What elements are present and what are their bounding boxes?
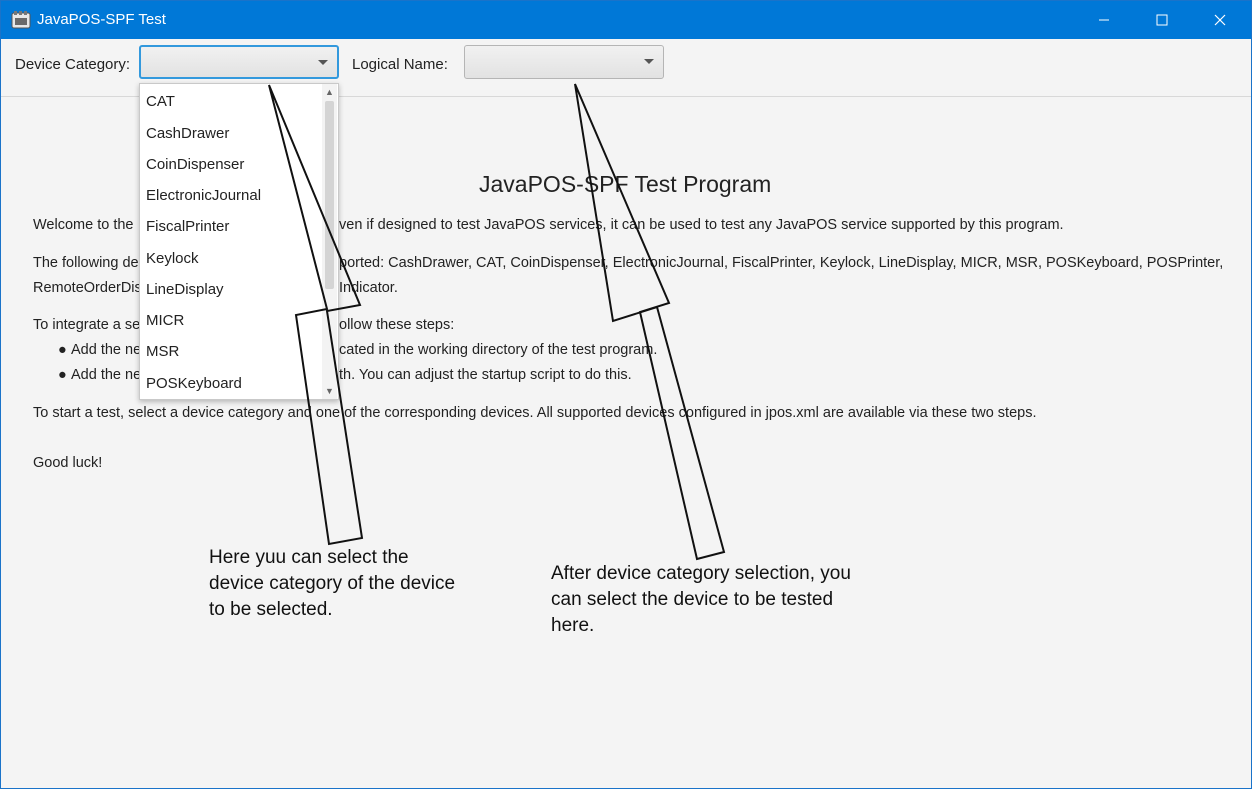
scroll-down-icon[interactable]: ▼ bbox=[325, 386, 334, 396]
left-note-line-3: to be selected. bbox=[209, 599, 333, 620]
dropdown-item-coindispenser[interactable]: CoinDispenser bbox=[146, 156, 244, 173]
maximize-icon bbox=[1156, 14, 1168, 26]
supported-line2-start: RemoteOrderDis bbox=[33, 280, 142, 296]
supported-text-end: ported: CashDrawer, CAT, CoinDispenser, … bbox=[339, 255, 1224, 271]
app-window: JavaPOS-SPF Test Device Category: Logica… bbox=[0, 0, 1252, 789]
left-note-line-1: Here yuu can select the bbox=[209, 547, 409, 568]
welcome-text-start: Welcome to the bbox=[33, 217, 134, 233]
page-title: JavaPOS-SPF Test Program bbox=[479, 171, 772, 197]
chevron-down-icon bbox=[644, 59, 654, 64]
close-button[interactable] bbox=[1197, 1, 1243, 39]
close-icon bbox=[1214, 14, 1226, 26]
scrollbar-thumb[interactable] bbox=[325, 101, 334, 289]
start-test-text: To start a test, select a device categor… bbox=[33, 405, 1037, 421]
chevron-down-icon bbox=[318, 60, 328, 65]
device-category-label: Device Category: bbox=[15, 56, 131, 73]
logical-name-label: Logical Name: bbox=[352, 56, 448, 73]
bullet-dot: ● bbox=[58, 342, 67, 358]
dropdown-item-msr[interactable]: MSR bbox=[146, 343, 179, 360]
right-annotation-note: After device category selection, you can… bbox=[551, 561, 851, 639]
dropdown-item-fiscalprinter[interactable]: FiscalPrinter bbox=[146, 218, 229, 235]
logical-name-combo[interactable] bbox=[464, 45, 664, 79]
dropdown-item-cat[interactable]: CAT bbox=[146, 93, 175, 110]
integrate-text-end: ollow these steps: bbox=[339, 317, 455, 333]
minimize-button[interactable] bbox=[1081, 1, 1127, 39]
app-icon bbox=[11, 10, 31, 30]
minimize-icon bbox=[1099, 19, 1109, 21]
dropdown-item-micr[interactable]: MICR bbox=[146, 312, 184, 329]
device-category-combo[interactable] bbox=[139, 45, 339, 79]
window-title: JavaPOS-SPF Test bbox=[37, 11, 166, 28]
right-note-line-2: can select the device to be tested bbox=[551, 589, 834, 610]
supported-line2-end: Indicator. bbox=[339, 280, 398, 296]
bullet2-end: th. You can adjust the startup script to… bbox=[339, 367, 632, 383]
welcome-text-end: ven if designed to test JavaPOS services… bbox=[339, 217, 1064, 233]
right-note-line-3: here. bbox=[551, 615, 595, 636]
good-luck-text: Good luck! bbox=[33, 455, 103, 471]
left-annotation-note: Here yuu can select the device category … bbox=[209, 545, 455, 623]
bullet1-start: Add the ne bbox=[71, 342, 142, 358]
title-bar[interactable]: JavaPOS-SPF Test bbox=[1, 1, 1251, 39]
dropdown-item-keylock[interactable]: Keylock bbox=[146, 250, 199, 267]
dropdown-item-electronicjournal[interactable]: ElectronicJournal bbox=[146, 187, 261, 204]
left-note-line-2: device category of the device bbox=[209, 573, 456, 594]
supported-text-start: The following de bbox=[33, 255, 139, 271]
bullet-dot: ● bbox=[58, 367, 67, 383]
integrate-text-start: To integrate a se bbox=[33, 317, 141, 333]
dropdown-item-cashdrawer[interactable]: CashDrawer bbox=[146, 125, 229, 142]
scroll-up-icon[interactable]: ▲ bbox=[325, 87, 334, 97]
maximize-button[interactable] bbox=[1139, 1, 1185, 39]
bullet1-end: cated in the working directory of the te… bbox=[339, 342, 658, 358]
device-category-dropdown[interactable]: CAT CashDrawer CoinDispenser ElectronicJ… bbox=[139, 83, 339, 400]
dropdown-scrollbar[interactable]: ▲ ▼ bbox=[322, 84, 337, 399]
dropdown-item-linedisplay[interactable]: LineDisplay bbox=[146, 281, 224, 298]
dropdown-item-poskeyboard[interactable]: POSKeyboard bbox=[146, 375, 242, 392]
right-note-line-1: After device category selection, you bbox=[551, 563, 851, 584]
right-annotation-arrow bbox=[574, 83, 726, 561]
bullet2-start: Add the ne bbox=[71, 367, 142, 383]
